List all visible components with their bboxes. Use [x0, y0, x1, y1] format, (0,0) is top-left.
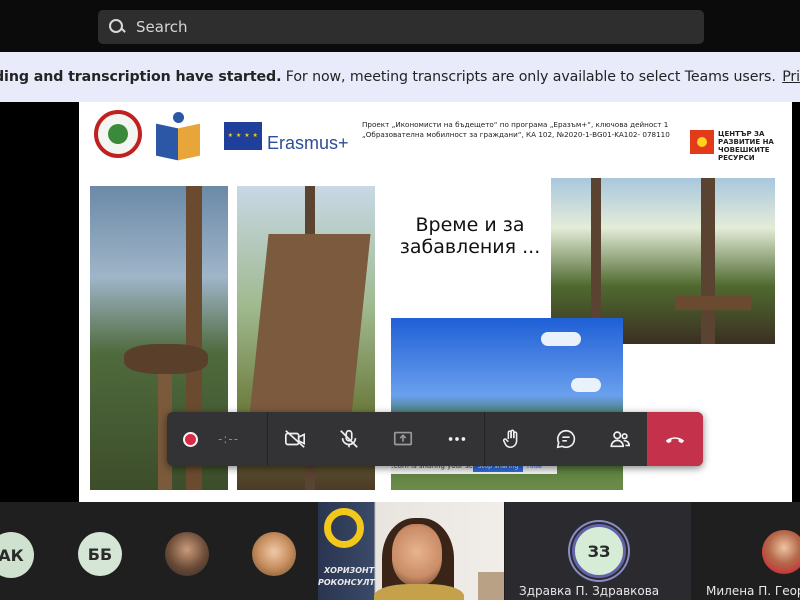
- participants-strip: АК ББ ХОРИЗОНТ РОКОНСУЛТ ЗЗ Здравка П. З…: [0, 502, 800, 600]
- recording-timer: -:--: [218, 432, 240, 446]
- search-icon: [108, 18, 126, 36]
- leave-call-button[interactable]: [647, 412, 703, 466]
- participant-tile-milena[interactable]: Милена П. Георг: [692, 502, 800, 600]
- mic-toggle-button[interactable]: [322, 412, 376, 466]
- transcription-banner: ding and transcription have started. For…: [0, 52, 800, 102]
- background-text-1: ХОРИЗОНТ: [324, 566, 375, 575]
- background-logo-ring: [324, 508, 364, 548]
- speaker-face: [392, 524, 442, 586]
- avatar-zdravka: ЗЗ: [572, 524, 626, 578]
- institution-logo: [156, 112, 204, 161]
- avatar-participant-photo-1[interactable]: [165, 532, 209, 576]
- share-screen-button[interactable]: [376, 412, 430, 466]
- search-box[interactable]: Search: [98, 10, 704, 44]
- more-icon: [448, 437, 466, 441]
- raise-hand-icon: [502, 429, 518, 449]
- speaker-video-tile[interactable]: ХОРИЗОНТ РОКОНСУЛТ: [318, 502, 504, 600]
- hrc-label: ЦЕНТЪР ЗА РАЗВИТИЕ НА ЧОВЕШКИТЕ РЕСУРСИ: [718, 130, 774, 162]
- hrc-logo: [690, 130, 714, 154]
- more-options-button[interactable]: [430, 412, 484, 466]
- slide-title-line1: Време и за: [415, 214, 525, 236]
- banner-message: ding and transcription have started. For…: [0, 69, 800, 85]
- participant-name-milena: Милена П. Георг: [706, 584, 800, 598]
- hang-up-icon: [665, 437, 685, 444]
- school-logo: [94, 110, 142, 158]
- search-placeholder: Search: [136, 18, 188, 36]
- privacy-policy-link[interactable]: Privacy policy: [782, 69, 800, 85]
- erasmus-label: Erasmus+: [267, 133, 349, 153]
- avatar-participant-2[interactable]: ББ: [78, 532, 122, 576]
- raise-hand-button[interactable]: [485, 412, 539, 466]
- people-icon: [610, 431, 630, 448]
- banner-text: For now, meeting transcripts are only av…: [285, 69, 776, 85]
- camera-off-icon: [285, 430, 305, 448]
- slide-title: Време и за забавления ...: [395, 214, 545, 258]
- avatar-milena: [762, 530, 800, 574]
- slide-title-line2: забавления ...: [399, 236, 541, 258]
- avatar-participant-photo-2[interactable]: [252, 532, 296, 576]
- title-bar: Search: [0, 0, 800, 52]
- record-icon: [183, 431, 198, 447]
- banner-bold-text: ding and transcription have started.: [0, 69, 282, 85]
- recording-indicator[interactable]: -:--: [167, 412, 267, 466]
- chat-button[interactable]: [539, 412, 593, 466]
- eu-flag-icon: ★ ★ ★ ★: [224, 122, 262, 150]
- project-description: Проект „Икономисти на бъдещето“ по прогр…: [362, 120, 670, 139]
- share-screen-icon: [393, 431, 413, 446]
- chat-icon: [556, 429, 576, 449]
- meeting-controls: -:--: [167, 412, 703, 466]
- participant-tile-zdravka[interactable]: ЗЗ Здравка П. Здравкова: [505, 502, 691, 600]
- camera-toggle-button[interactable]: [268, 412, 322, 466]
- avatar-participant-1[interactable]: АК: [0, 532, 34, 578]
- people-button[interactable]: [593, 412, 647, 466]
- participant-name-zdravka: Здравка П. Здравкова: [519, 584, 660, 598]
- background-text-2: РОКОНСУЛТ: [318, 578, 375, 587]
- mic-off-icon: [340, 429, 358, 448]
